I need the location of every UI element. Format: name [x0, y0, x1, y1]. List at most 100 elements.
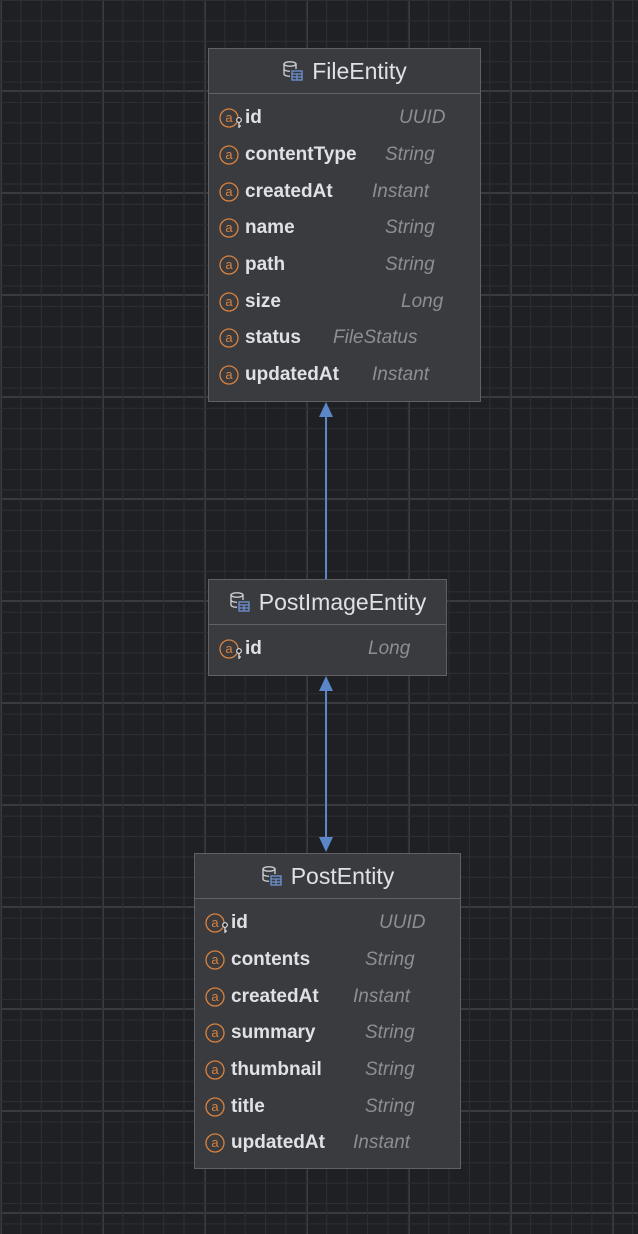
entity-fields: a id Long	[209, 625, 446, 668]
field-name: summary	[231, 1022, 316, 1044]
field-type: Instant	[372, 364, 430, 386]
field-icon: a	[219, 255, 239, 275]
field-row[interactable]: a id UUID	[195, 905, 460, 942]
field-icon: a	[205, 987, 225, 1007]
field-type: Instant	[353, 985, 411, 1007]
field-type: String	[365, 1059, 415, 1081]
entity-post-image[interactable]: PostImageEntity a id Long	[208, 579, 447, 676]
field-row[interactable]: a status FileStatus	[209, 320, 480, 357]
field-type: String	[365, 1022, 415, 1044]
field-row[interactable]: a createdAt Instant	[209, 173, 480, 210]
svg-text:a: a	[225, 367, 233, 382]
entity-title: FileEntity	[312, 57, 407, 84]
field-row[interactable]: a id Long	[209, 631, 446, 668]
field-type: String	[365, 949, 415, 971]
field-row[interactable]: a contents String	[195, 942, 460, 979]
svg-text:a: a	[211, 915, 219, 930]
field-icon: a	[205, 1097, 225, 1117]
field-type: String	[385, 144, 435, 166]
field-type: UUID	[399, 107, 446, 129]
field-name: createdAt	[231, 985, 319, 1007]
svg-text:a: a	[225, 110, 233, 125]
field-icon: a	[219, 145, 239, 165]
field-name: contentType	[245, 144, 357, 166]
field-icon: a	[205, 950, 225, 970]
field-type: String	[365, 1095, 415, 1117]
entity-fields: a id UUID a contentType String a created…	[209, 94, 480, 394]
svg-text:a: a	[225, 294, 233, 309]
field-row[interactable]: a size Long	[209, 283, 480, 320]
arrow-head-up	[319, 402, 333, 417]
field-name: path	[245, 254, 286, 276]
field-icon: a	[205, 1133, 225, 1154]
svg-text:a: a	[225, 184, 233, 199]
svg-text:a: a	[211, 952, 219, 967]
svg-text:a: a	[225, 330, 233, 345]
field-type: String	[385, 254, 435, 276]
field-icon: a	[219, 218, 239, 239]
svg-text:a: a	[225, 220, 233, 235]
svg-text:a: a	[211, 1099, 219, 1114]
diagram-canvas[interactable]: FileEntity a id UUID a contentType Strin…	[0, 0, 638, 1234]
field-type: Long	[368, 638, 411, 660]
field-name: updatedAt	[231, 1132, 325, 1154]
field-name: id	[231, 912, 248, 934]
primary-key-field-icon: a	[219, 108, 242, 129]
field-type: UUID	[379, 912, 426, 934]
primary-key-field-icon: a	[219, 639, 242, 660]
field-icon: a	[219, 182, 239, 202]
svg-text:a: a	[211, 1025, 219, 1040]
field-type: Instant	[353, 1132, 411, 1154]
entity-post[interactable]: PostEntity a id UUID a contents String a…	[194, 853, 461, 1169]
database-table-icon	[229, 591, 251, 613]
field-row[interactable]: a thumbnail String	[195, 1052, 460, 1089]
svg-text:a: a	[211, 989, 219, 1004]
field-name: contents	[231, 949, 311, 971]
entity-title: PostImageEntity	[258, 588, 427, 615]
field-name: title	[231, 1095, 265, 1117]
field-type: FileStatus	[333, 327, 418, 349]
field-name: name	[245, 217, 295, 239]
database-table-icon	[261, 865, 283, 887]
svg-text:a: a	[211, 1135, 219, 1150]
field-type: Instant	[372, 180, 430, 202]
field-name: thumbnail	[231, 1059, 322, 1081]
field-row[interactable]: a path String	[209, 247, 480, 284]
field-row[interactable]: a updatedAt Instant	[195, 1125, 460, 1162]
field-name: createdAt	[245, 180, 333, 202]
svg-text:a: a	[225, 257, 233, 272]
field-row[interactable]: a updatedAt Instant	[209, 357, 480, 394]
field-icon: a	[205, 1060, 225, 1080]
svg-text:a: a	[211, 1062, 219, 1077]
field-name: id	[245, 107, 262, 129]
field-icon: a	[219, 328, 239, 349]
arrow-head-down	[319, 837, 333, 852]
entity-header: PostEntity	[195, 854, 460, 899]
field-name: status	[245, 327, 301, 349]
field-row[interactable]: a createdAt Instant	[195, 978, 460, 1015]
primary-key-field-icon: a	[205, 913, 228, 934]
arrow-head-up	[319, 676, 333, 691]
field-row[interactable]: a name String	[209, 210, 480, 247]
entity-title: PostEntity	[290, 862, 395, 889]
field-row[interactable]: a contentType String	[209, 137, 480, 174]
entity-header: PostImageEntity	[209, 580, 446, 625]
entity-file[interactable]: FileEntity a id UUID a contentType Strin…	[208, 48, 481, 402]
field-name: id	[245, 638, 262, 660]
field-icon: a	[205, 1023, 225, 1044]
field-name: updatedAt	[245, 364, 339, 386]
database-table-icon	[282, 60, 304, 82]
field-row[interactable]: a title String	[195, 1088, 460, 1125]
svg-text:a: a	[225, 147, 233, 162]
entity-fields: a id UUID a contents String a createdAt …	[195, 899, 460, 1162]
field-icon: a	[219, 292, 239, 312]
field-name: size	[245, 290, 281, 312]
field-row[interactable]: a id UUID	[209, 100, 480, 137]
field-type: Long	[401, 290, 444, 312]
relation-postimage-to-file	[319, 402, 333, 579]
svg-text:a: a	[225, 641, 233, 656]
field-row[interactable]: a summary String	[195, 1015, 460, 1052]
entity-header: FileEntity	[209, 49, 480, 94]
field-icon: a	[219, 365, 239, 385]
relation-postimage-to-post	[319, 676, 333, 852]
